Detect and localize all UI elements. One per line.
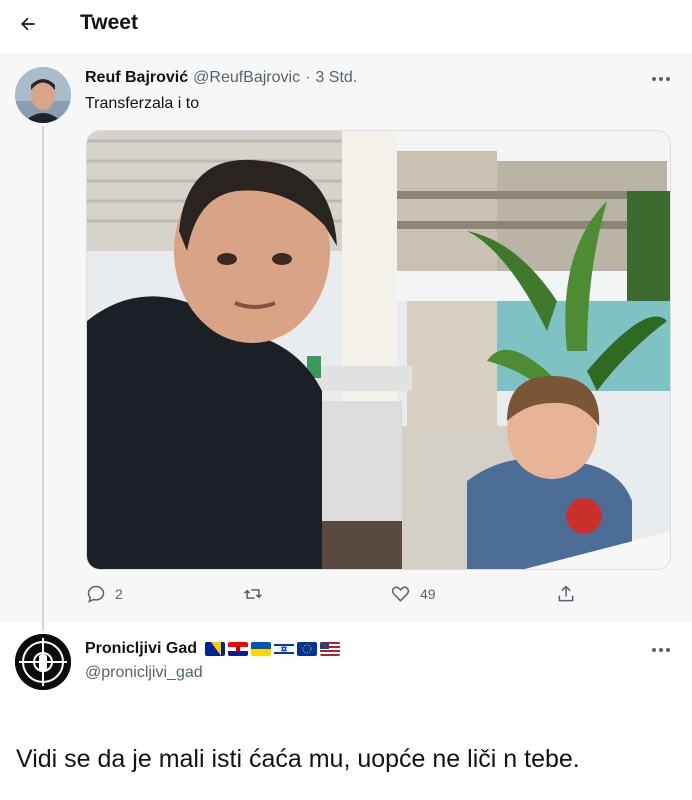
- tweet-actions: 2 49: [86, 584, 586, 612]
- tweet-photo[interactable]: [86, 130, 671, 570]
- avatar[interactable]: [15, 67, 71, 123]
- flag-emojis: [205, 642, 341, 656]
- retweet-action[interactable]: [242, 584, 273, 604]
- reply-avatar[interactable]: [15, 634, 71, 690]
- reply-author-handle[interactable]: @pronicljivi_gad: [85, 664, 203, 682]
- reply-icon: [87, 585, 105, 603]
- avatar-photo: [15, 67, 71, 123]
- usa-flag-icon: [320, 642, 341, 656]
- arrow-left-icon: [21, 17, 35, 31]
- more-button[interactable]: [646, 67, 676, 91]
- author-name[interactable]: Reuf Bajrović: [85, 69, 188, 87]
- croatia-flag-icon: [228, 642, 249, 656]
- photo-illustration: [87, 131, 670, 569]
- share-icon: [558, 585, 574, 602]
- reply-more-button[interactable]: [646, 638, 676, 662]
- reply-text: Vidi se da je mali isti ćaća mu, uopće n…: [16, 745, 580, 773]
- share-action[interactable]: [556, 584, 585, 604]
- crosshair-avatar-icon: [15, 634, 71, 690]
- tweet-author-row: Reuf Bajrović @ReufBajrovic · 3 Std.: [85, 69, 357, 87]
- back-button[interactable]: [10, 6, 46, 42]
- heart-icon: [391, 586, 410, 602]
- top-bar: Tweet: [0, 0, 692, 53]
- ukraine-flag-icon: [251, 642, 272, 656]
- reply-action[interactable]: 2: [86, 584, 123, 604]
- reply-author-row: Pronicljivi Gad: [85, 640, 341, 658]
- israel-flag-icon: [274, 642, 295, 656]
- tweet-time[interactable]: 3 Std.: [315, 69, 357, 87]
- eu-flag-icon: [297, 642, 318, 656]
- bosnia-flag-icon: [205, 642, 226, 656]
- more-dots-icon: [652, 77, 670, 81]
- tweet-text: Transferzala i to: [85, 95, 200, 112]
- author-handle[interactable]: @ReufBajrovic: [193, 69, 300, 87]
- reply-author-name[interactable]: Pronicljivi Gad: [85, 640, 197, 658]
- more-dots-icon: [652, 648, 670, 652]
- like-action[interactable]: 49: [390, 584, 436, 604]
- reply-count: 2: [115, 586, 123, 602]
- thread-line: [42, 126, 44, 631]
- page-title: Tweet: [80, 11, 138, 34]
- separator-dot: ·: [305, 69, 311, 86]
- like-count: 49: [420, 586, 436, 602]
- retweet-icon: [244, 589, 262, 599]
